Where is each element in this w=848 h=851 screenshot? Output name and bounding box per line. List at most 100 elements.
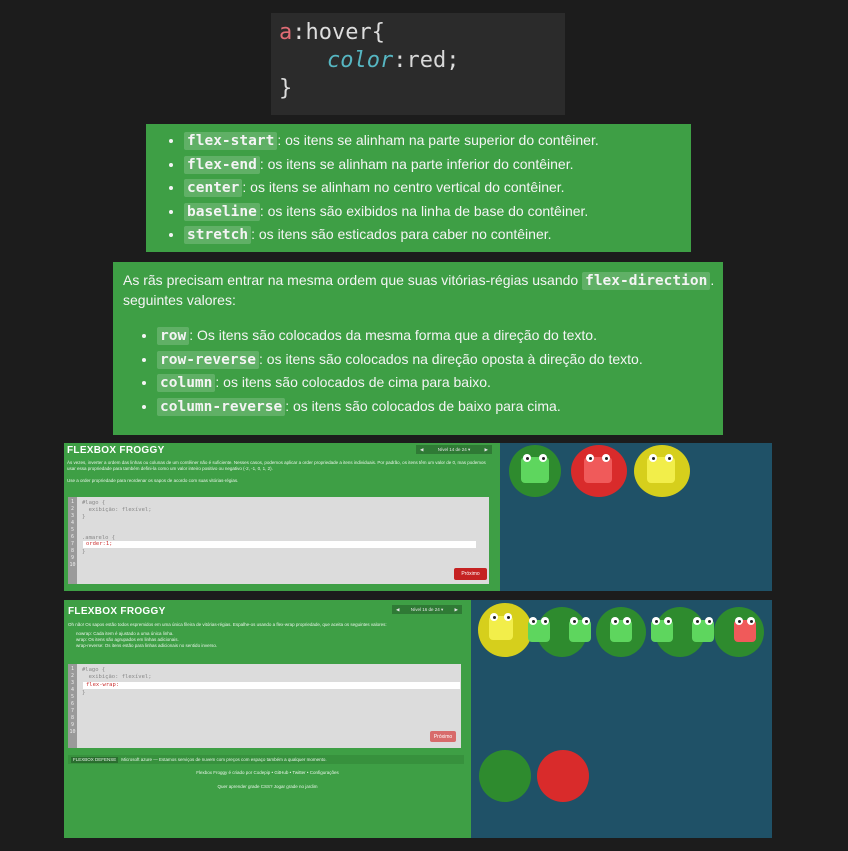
frog-pupil bbox=[613, 619, 617, 623]
list-item: wrap-reverse: Os itens estão para linhas… bbox=[76, 643, 218, 648]
frog-pupil bbox=[749, 619, 753, 623]
credits-links[interactable]: Flexbox Froggy é criado por Codepip • Gi… bbox=[64, 770, 471, 776]
frog-green bbox=[610, 617, 632, 642]
frog-pupil bbox=[541, 456, 545, 460]
frog-pupil bbox=[707, 619, 711, 623]
align-items-box: flex-start: os itens se alinham na parte… bbox=[146, 124, 691, 252]
keyword: column bbox=[157, 374, 216, 392]
code-line-1: a:hover{ bbox=[279, 19, 565, 47]
next-button[interactable]: Próximo bbox=[454, 568, 487, 580]
code-editor: 1 2 3 4 5 6 7 8 9 10 #lago { exibição: flexível; … bbox=[68, 664, 461, 748]
frog-green bbox=[692, 617, 714, 642]
css-semicolon: ; bbox=[446, 48, 460, 73]
css-colon: : bbox=[393, 48, 407, 73]
line-number: 7 bbox=[70, 708, 74, 714]
item-desc: : os itens são esticados para caber no c… bbox=[251, 226, 552, 242]
line-number: 9 bbox=[70, 555, 74, 561]
frog-eye bbox=[586, 454, 594, 462]
frog-pupil bbox=[543, 619, 547, 623]
item-desc: : os itens são colocados de baixo para c… bbox=[285, 397, 561, 414]
lilypad-green bbox=[479, 750, 531, 802]
code-line: exibição: flexível; bbox=[82, 507, 152, 513]
line-numbers: 1 2 3 4 5 6 7 8 9 10 bbox=[68, 664, 77, 748]
line-number: 3 bbox=[70, 680, 74, 686]
line-number: 2 bbox=[70, 506, 74, 512]
code-editor: 1 2 3 4 5 6 7 8 9 10 #lago { exibição: flexível;}… bbox=[68, 497, 489, 584]
pond-area bbox=[471, 600, 772, 838]
code-line-2: color:red; bbox=[279, 47, 565, 75]
item-desc: : os itens se alinham na parte inferior … bbox=[259, 155, 574, 172]
instructions-text-2: Use a order propriedade para reordenar o… bbox=[67, 478, 239, 483]
frog-eye bbox=[529, 617, 537, 625]
next-level-button[interactable]: ▶ bbox=[455, 607, 458, 613]
css-value: red bbox=[406, 48, 447, 73]
frog-pupil bbox=[737, 619, 741, 623]
frog-eye bbox=[747, 617, 755, 625]
next-level-button[interactable]: ▶ bbox=[485, 447, 488, 453]
line-number: 10 bbox=[69, 562, 76, 568]
prev-level-button[interactable]: ◀ bbox=[396, 607, 399, 613]
list-item: row-reverse: os itens são colocados na d… bbox=[157, 348, 723, 372]
keyword: row-reverse bbox=[157, 350, 260, 369]
level-indicator[interactable]: Nível 14 de 24 ▾ bbox=[438, 447, 471, 453]
keyword: column-reverse bbox=[157, 397, 286, 416]
level-label: Nível 14 de 24 bbox=[437, 446, 467, 452]
code-snippet: a:hover{ color:red; } bbox=[271, 13, 565, 115]
keyword: stretch bbox=[184, 226, 252, 244]
line-number: 1 bbox=[70, 499, 74, 505]
frog-eye bbox=[611, 617, 619, 625]
froggy-level-16-panel: FLEXBOX FROGGY ◀ Nível 16 de 24 ▾ ▶ Oh n… bbox=[64, 600, 471, 838]
line-number: 4 bbox=[70, 520, 74, 526]
keyword: flex-direction bbox=[582, 272, 711, 290]
list-item: column: os itens são colocados de cima p… bbox=[157, 371, 723, 395]
code-line: #lago { bbox=[82, 667, 106, 673]
intro-before: As rãs precisam entrar na mesma ordem qu… bbox=[123, 272, 583, 288]
frog-eye bbox=[523, 454, 531, 462]
prev-level-button[interactable]: ◀ bbox=[420, 447, 423, 453]
values-list: nowrap: Cada item é ajustado a uma única… bbox=[76, 631, 456, 649]
frog-eye bbox=[693, 617, 701, 625]
frog-eye bbox=[735, 617, 743, 625]
level-label: Nível 16 de 24 bbox=[410, 606, 440, 612]
frog-green bbox=[569, 617, 591, 642]
frog-pupil bbox=[525, 456, 529, 460]
open-brace: { bbox=[371, 20, 385, 45]
level-selector: ◀ Nível 16 de 24 ▾ ▶ bbox=[392, 605, 462, 614]
code-input[interactable]: flex-wrap: bbox=[83, 682, 460, 689]
keyword: center bbox=[184, 179, 243, 197]
code-line-3: } bbox=[279, 75, 565, 103]
frog-pupil bbox=[666, 619, 670, 623]
ad-text: Microsoft azure — Estamos serviços de nu… bbox=[121, 756, 327, 762]
frog-pupil bbox=[506, 615, 510, 619]
line-number: 6 bbox=[70, 534, 74, 540]
code-input[interactable]: order:1; bbox=[83, 541, 476, 548]
align-items-list: flex-start: os itens se alinham na parte… bbox=[146, 129, 691, 247]
line-number: 6 bbox=[70, 701, 74, 707]
ad-banner[interactable]: FLEXBOX DEFENSE Microsoft azure — Estamo… bbox=[68, 755, 464, 764]
list-item: column-reverse: os itens são colocados d… bbox=[157, 395, 723, 419]
grid-garden-link[interactable]: Quer aprender grade CSS? Jogar grade no … bbox=[64, 784, 471, 790]
flex-direction-box: As rãs precisam entrar na mesma ordem qu… bbox=[113, 262, 723, 435]
item-desc: : os itens são colocados de cima para ba… bbox=[215, 374, 491, 390]
frog-eye bbox=[623, 617, 631, 625]
item-desc: : Os itens são colocados da mesma forma … bbox=[189, 327, 597, 343]
keyword: baseline bbox=[184, 202, 260, 221]
intro-after: . bbox=[710, 272, 715, 288]
ad-badge: FLEXBOX DEFENSE bbox=[71, 756, 119, 763]
css-property: color bbox=[327, 48, 394, 73]
line-number: 7 bbox=[70, 541, 74, 547]
frog-eye bbox=[652, 617, 660, 625]
line-number: 1 bbox=[70, 666, 74, 672]
game-title: FLEXBOX FROGGY bbox=[68, 606, 166, 617]
line-number: 2 bbox=[70, 673, 74, 679]
keyword: flex-end bbox=[184, 155, 260, 174]
next-button[interactable]: Próximo bbox=[430, 731, 456, 742]
frog-eye bbox=[570, 617, 578, 625]
code-text: #lago { exibição: flexível;} .amarelo { bbox=[82, 500, 152, 542]
css-selector: a bbox=[279, 20, 293, 45]
frog-red bbox=[584, 454, 612, 483]
list-item: flex-end: os itens se alinham na parte i… bbox=[184, 153, 691, 177]
level-indicator[interactable]: Nível 16 de 24 ▾ bbox=[411, 607, 444, 613]
item-desc: : os itens são exibidos na linha de base… bbox=[259, 202, 589, 219]
lilypad-red bbox=[537, 750, 589, 802]
